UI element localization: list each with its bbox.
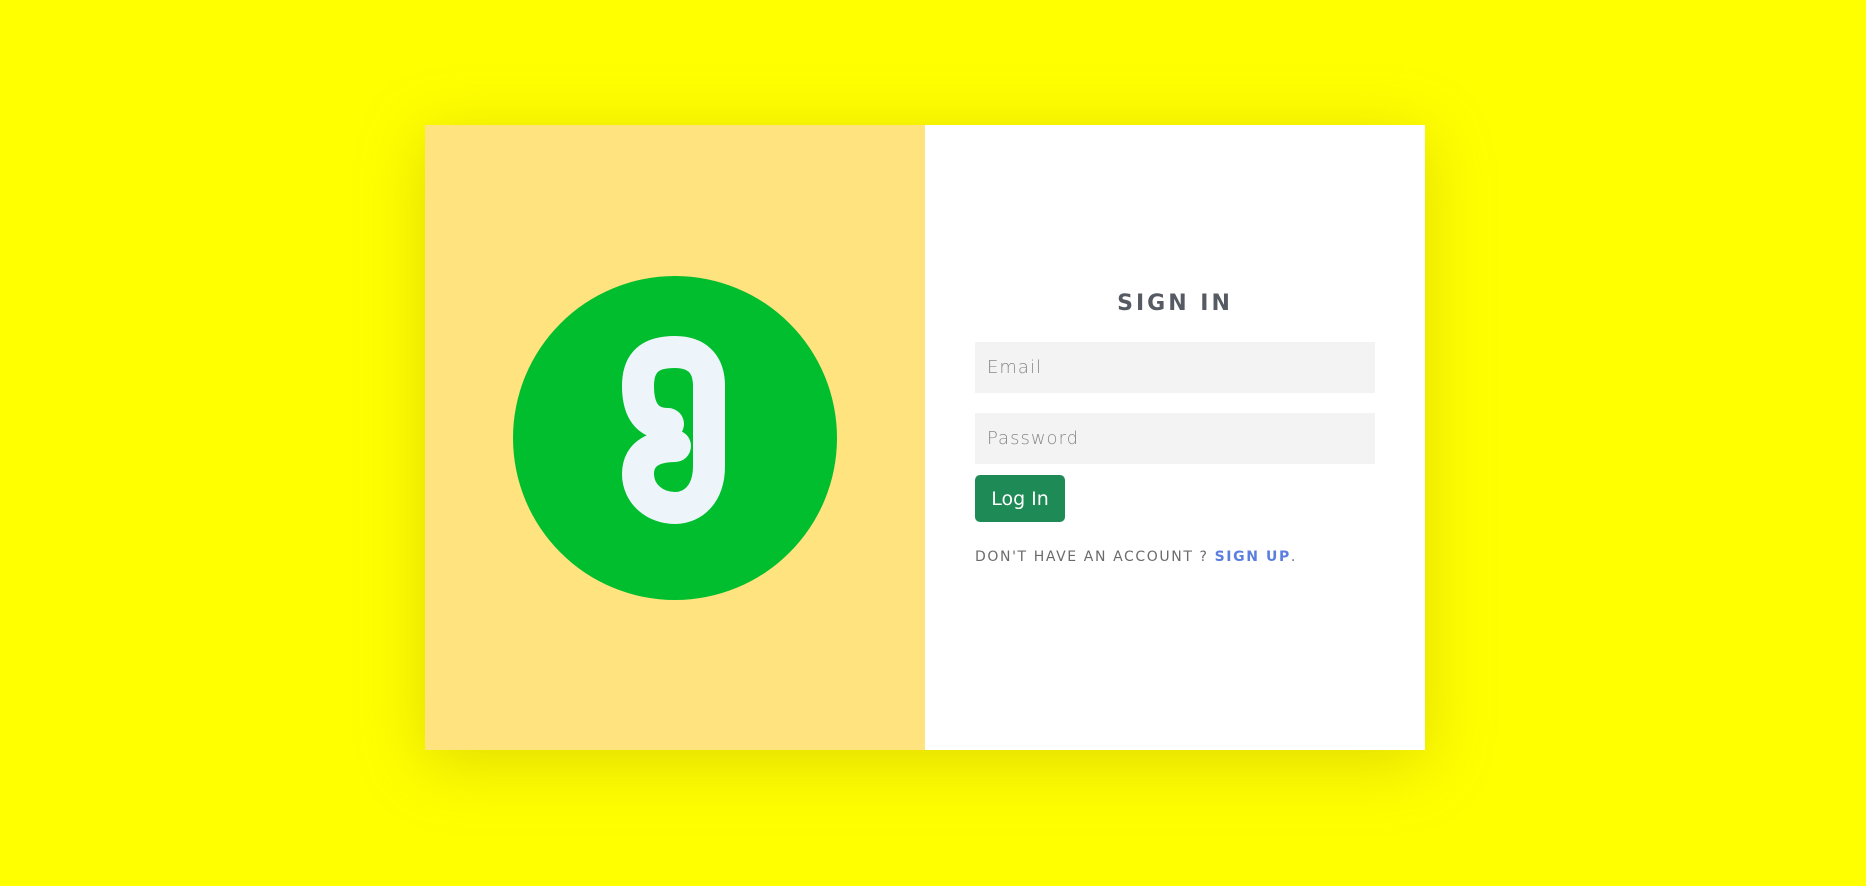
signup-period: . [1290,549,1297,565]
login-form: SIGN IN Log In DON'T HAVE AN ACCOUNT ? S… [975,285,1375,565]
signup-prompt: DON'T HAVE AN ACCOUNT ? SIGN UP. [975,549,1375,565]
login-card: SIGN IN Log In DON'T HAVE AN ACCOUNT ? S… [425,125,1425,750]
brand-panel [425,125,925,750]
g-logo-icon [513,276,837,600]
login-button[interactable]: Log In [975,475,1065,522]
sign-in-title: SIGN IN [1117,291,1233,316]
password-field[interactable] [975,413,1375,464]
no-account-text: DON'T HAVE AN ACCOUNT ? [975,549,1215,565]
sign-up-link[interactable]: SIGN UP [1215,549,1291,565]
login-panel: SIGN IN Log In DON'T HAVE AN ACCOUNT ? S… [925,125,1425,750]
email-field[interactable] [975,342,1375,393]
